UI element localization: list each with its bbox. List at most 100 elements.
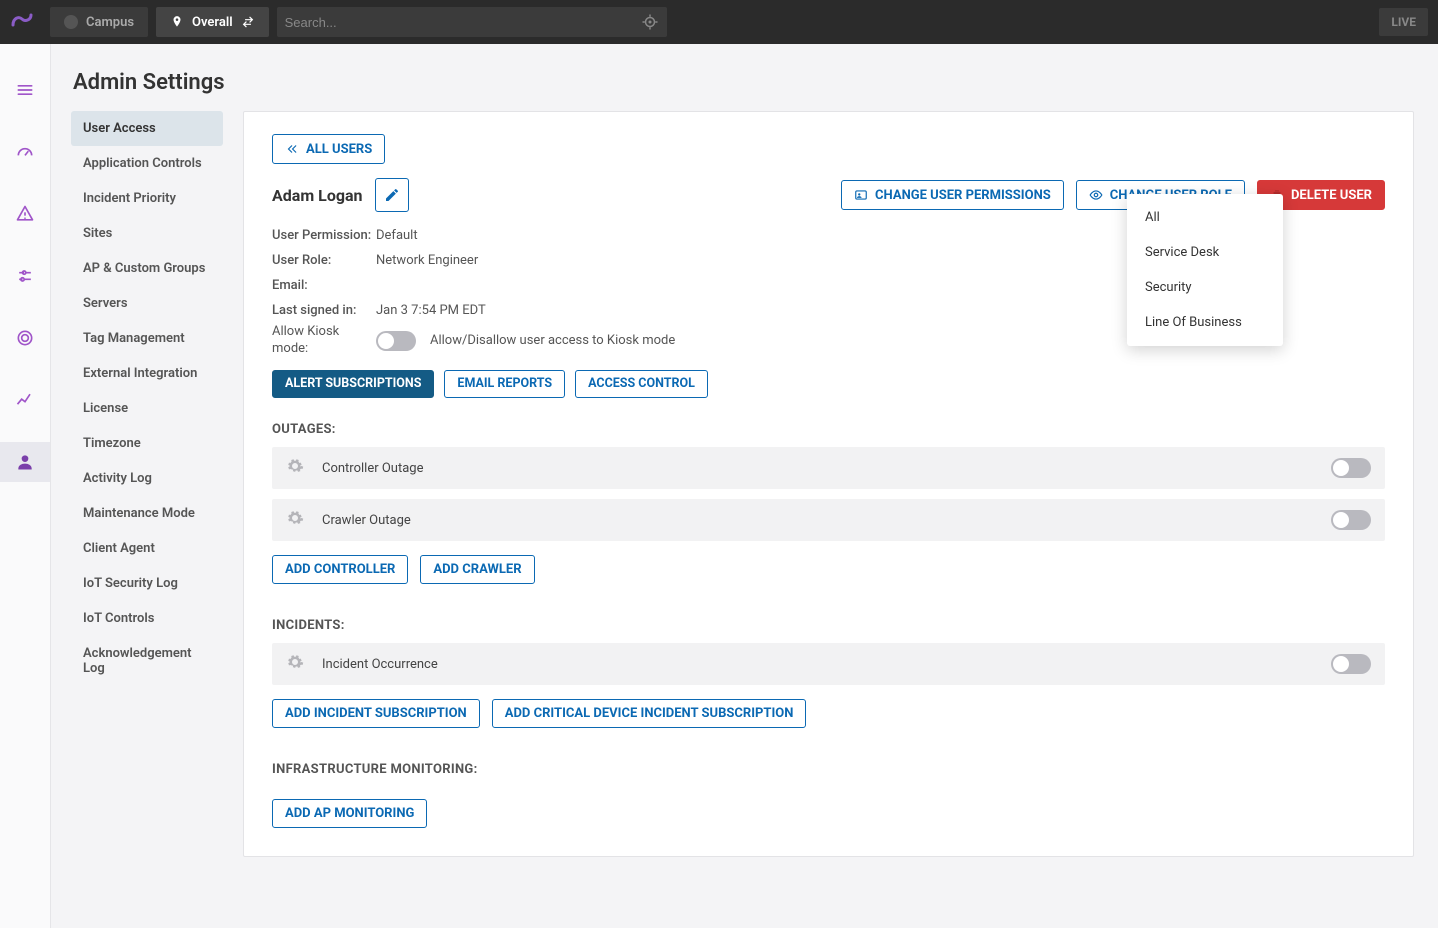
sidebar-item-iot-security-log[interactable]: IoT Security Log — [71, 566, 223, 601]
gear-icon[interactable] — [286, 509, 304, 531]
infra-section-label: INFRASTRUCTURE MONITORING: — [272, 762, 1385, 777]
tab-alert-subscriptions[interactable]: ALERT SUBSCRIPTIONS — [272, 370, 434, 399]
overall-label: Overall — [192, 15, 233, 30]
btn-label: ADD INCIDENT SUBSCRIPTION — [285, 707, 467, 720]
trend-icon — [15, 390, 35, 410]
eye-icon — [1089, 188, 1103, 202]
sidebar-item-application-controls[interactable]: Application Controls — [71, 146, 223, 181]
live-button[interactable]: LIVE — [1379, 8, 1428, 36]
tab-label: ALERT SUBSCRIPTIONS — [285, 378, 421, 391]
add-incident-subscription-button[interactable]: ADD INCIDENT SUBSCRIPTION — [272, 699, 480, 728]
sidebar-item-license[interactable]: License — [71, 391, 223, 426]
search-input-wrap[interactable] — [277, 7, 667, 37]
globe-icon — [64, 15, 78, 29]
campus-chip[interactable]: Campus — [50, 7, 148, 37]
content: Admin Settings User Access Application C… — [51, 44, 1438, 928]
sidebar-item-label: External Integration — [83, 366, 197, 381]
add-critical-subscription-button[interactable]: ADD CRITICAL DEVICE INCIDENT SUBSCRIPTIO… — [492, 699, 807, 728]
swap-icon — [241, 15, 255, 29]
role-option-security[interactable]: Security — [1127, 270, 1283, 305]
sidebar-item-maintenance-mode[interactable]: Maintenance Mode — [71, 496, 223, 531]
btn-label: ADD CONTROLLER — [285, 563, 395, 576]
gear-icon[interactable] — [286, 457, 304, 479]
sidebar-item-label: Timezone — [83, 436, 141, 451]
outage-row-controller: Controller Outage — [272, 447, 1385, 489]
sidebar-item-label: IoT Security Log — [83, 576, 178, 591]
tab-row: ALERT SUBSCRIPTIONS EMAIL REPORTS ACCESS… — [272, 370, 1385, 399]
last-signed-label: Last signed in: — [272, 303, 376, 318]
sidebar-item-ap-groups[interactable]: AP & Custom Groups — [71, 251, 223, 286]
change-permissions-button[interactable]: CHANGE USER PERMISSIONS — [841, 180, 1064, 210]
nav-rail — [0, 44, 51, 928]
rail-trends[interactable] — [0, 380, 50, 420]
sidebar-item-sites[interactable]: Sites — [71, 216, 223, 251]
warning-icon — [15, 204, 35, 224]
role-option-label: Security — [1145, 280, 1192, 295]
topbar: Campus Overall LIVE — [0, 0, 1438, 44]
gauge-icon — [15, 142, 35, 162]
rail-analytics[interactable] — [0, 256, 50, 296]
rail-admin[interactable] — [0, 442, 50, 482]
email-label: Email: — [272, 278, 376, 293]
role-option-all[interactable]: All — [1127, 200, 1283, 235]
chevron-double-left-icon — [285, 142, 299, 156]
incident-row-label: Incident Occurrence — [322, 657, 438, 672]
sidebar-item-label: Sites — [83, 226, 112, 241]
permission-label: User Permission: — [272, 228, 376, 243]
radar-icon — [15, 328, 35, 348]
incident-row: Incident Occurrence — [272, 643, 1385, 685]
role-option-lob[interactable]: Line Of Business — [1127, 305, 1283, 340]
page-title: Admin Settings — [73, 70, 1414, 95]
rail-menu[interactable] — [0, 70, 50, 110]
add-ap-monitoring-button[interactable]: ADD AP MONITORING — [272, 799, 427, 828]
role-option-label: All — [1145, 210, 1160, 225]
sidebar-item-ack-log[interactable]: Acknowledgement Log — [71, 636, 223, 686]
sidebar-item-iot-controls[interactable]: IoT Controls — [71, 601, 223, 636]
rail-monitor[interactable] — [0, 318, 50, 358]
overall-chip[interactable]: Overall — [156, 7, 269, 37]
incident-toggle[interactable] — [1331, 654, 1371, 674]
all-users-label: ALL USERS — [306, 143, 372, 156]
tab-access-control[interactable]: ACCESS CONTROL — [575, 370, 708, 399]
outage-toggle[interactable] — [1331, 510, 1371, 530]
sidebar-item-timezone[interactable]: Timezone — [71, 426, 223, 461]
add-crawler-button[interactable]: ADD CRAWLER — [420, 555, 534, 584]
sidebar-item-external-integration[interactable]: External Integration — [71, 356, 223, 391]
sidebar-item-label: Tag Management — [83, 331, 185, 346]
campus-label: Campus — [86, 15, 134, 30]
sidebar-item-client-agent[interactable]: Client Agent — [71, 531, 223, 566]
role-label: User Role: — [272, 253, 376, 268]
gear-icon[interactable] — [286, 653, 304, 675]
sidebar-item-label: Activity Log — [83, 471, 152, 486]
kiosk-label: Allow Kiosk mode: — [272, 324, 362, 358]
outage-toggle[interactable] — [1331, 458, 1371, 478]
btn-label: ADD AP MONITORING — [285, 807, 414, 820]
role-option-label: Service Desk — [1145, 245, 1219, 260]
target-icon[interactable] — [641, 13, 659, 31]
sidebar-item-label: Client Agent — [83, 541, 155, 556]
sidebar-item-incident-priority[interactable]: Incident Priority — [71, 181, 223, 216]
sidebar-item-label: Servers — [83, 296, 128, 311]
edit-user-button[interactable] — [375, 178, 409, 212]
add-controller-button[interactable]: ADD CONTROLLER — [272, 555, 408, 584]
user-icon — [15, 452, 35, 472]
rail-alerts[interactable] — [0, 194, 50, 234]
sidebar-item-servers[interactable]: Servers — [71, 286, 223, 321]
sidebar-item-label: Acknowledgement Log — [83, 646, 192, 676]
rail-dashboard[interactable] — [0, 132, 50, 172]
role-option-service-desk[interactable]: Service Desk — [1127, 235, 1283, 270]
sidebar-item-user-access[interactable]: User Access — [71, 111, 223, 146]
id-card-icon — [854, 188, 868, 202]
sidebar-item-label: Maintenance Mode — [83, 506, 195, 521]
kiosk-toggle[interactable] — [376, 331, 416, 351]
tab-label: ACCESS CONTROL — [588, 378, 695, 391]
kiosk-hint: Allow/Disallow user access to Kiosk mode — [430, 333, 675, 348]
tab-label: EMAIL REPORTS — [457, 378, 552, 391]
tab-email-reports[interactable]: EMAIL REPORTS — [444, 370, 565, 399]
settings-sidebar: User Access Application Controls Inciden… — [71, 111, 223, 686]
all-users-button[interactable]: ALL USERS — [272, 134, 385, 164]
search-input[interactable] — [285, 15, 641, 30]
sidebar-item-tag-management[interactable]: Tag Management — [71, 321, 223, 356]
sidebar-item-activity-log[interactable]: Activity Log — [71, 461, 223, 496]
logo-icon — [10, 10, 34, 34]
